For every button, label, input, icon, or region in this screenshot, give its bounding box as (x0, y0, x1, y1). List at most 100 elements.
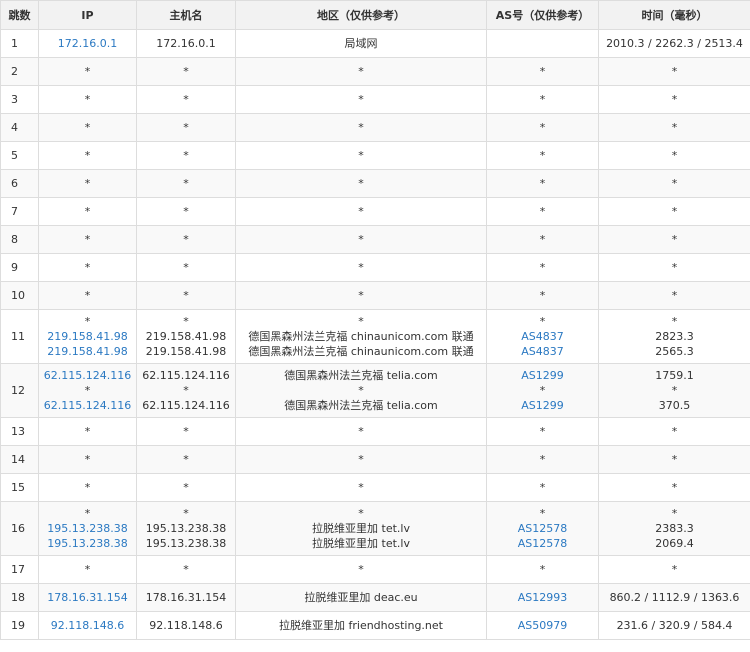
region-cell: * (235, 197, 487, 226)
as-value: * (539, 121, 546, 134)
region-cell: * (235, 57, 487, 86)
region-cell: * (235, 445, 487, 474)
asn-link[interactable]: AS4837 (489, 329, 596, 344)
table-row: 3 * * * * * (0, 85, 750, 114)
asn-link[interactable]: AS12993 (489, 590, 596, 605)
ip-value: * (84, 177, 91, 190)
asn-link[interactable]: AS1299 (489, 398, 596, 413)
region-value: * (358, 233, 364, 246)
host-value: 219.158.41.98 (145, 330, 227, 343)
ip-link[interactable]: 195.13.238.38 (41, 521, 134, 536)
hostname-cell: * (136, 417, 236, 446)
ip-value: * (84, 315, 91, 328)
ip-link[interactable]: 62.115.124.116 (41, 398, 134, 413)
host-value: * (183, 233, 189, 246)
ip-value: * (84, 425, 91, 438)
region-value: 局域网 (344, 37, 378, 50)
asn-link[interactable]: AS4837 (489, 344, 596, 359)
as-value: * (539, 453, 546, 466)
asn-cell: * (486, 225, 599, 254)
host-value: 62.115.124.116 (142, 369, 230, 382)
traceroute-table: 跳数 IP 主机名 地区（仅供参考） AS号（仅供参考） 时间（毫秒） 1 172… (0, 0, 750, 640)
ip-cell: * (38, 445, 137, 474)
time-value: * (671, 149, 678, 162)
ip-link[interactable]: 195.13.238.38 (41, 536, 134, 551)
host-value: * (183, 507, 189, 520)
table-row: 7 * * * * * (0, 197, 750, 226)
table-row: 17 * * * * * (0, 555, 750, 584)
asn-link[interactable]: AS12578 (489, 521, 596, 536)
region-cell: 拉脱维亚里加 deac.eu (235, 583, 487, 612)
header-asn: AS号（仅供参考） (486, 0, 599, 30)
time-value: 1759.1 (655, 369, 694, 382)
header-region: 地区（仅供参考） (235, 0, 487, 30)
ip-cell: * (38, 253, 137, 282)
time-cell: * (598, 417, 750, 446)
host-value: * (183, 315, 189, 328)
asn-cell: * (486, 57, 599, 86)
ip-link[interactable]: 62.115.124.116 (41, 368, 134, 383)
table-header-row: 跳数 IP 主机名 地区（仅供参考） AS号（仅供参考） 时间（毫秒） (0, 0, 750, 30)
as-value: * (539, 563, 546, 576)
time-value: * (671, 65, 678, 78)
as-value: * (539, 261, 546, 274)
table-row: 14 * * * * * (0, 445, 750, 474)
hop-cell: 3 (0, 85, 39, 114)
table-row: 16 * 195.13.238.38 195.13.238.38 * 195.13.238… (0, 501, 750, 556)
time-value: 231.6 / 320.9 / 584.4 (616, 619, 733, 632)
as-value: * (539, 315, 546, 328)
ip-value: * (84, 149, 91, 162)
ip-value: * (84, 261, 91, 274)
asn-link[interactable]: AS12578 (489, 536, 596, 551)
ip-value: * (84, 93, 91, 106)
hostname-cell: * (136, 85, 236, 114)
hop-cell: 4 (0, 113, 39, 142)
hop-cell: 11 (0, 309, 39, 364)
time-cell: * 2383.3 2069.4 (598, 501, 750, 556)
ip-link[interactable]: 178.16.31.154 (41, 590, 134, 605)
hostname-cell: 172.16.0.1 (136, 29, 236, 58)
ip-link[interactable]: 172.16.0.1 (41, 36, 134, 51)
time-cell: * (598, 473, 750, 502)
hop-cell: 12 (0, 363, 39, 418)
region-cell: * (235, 225, 487, 254)
time-value: * (671, 453, 678, 466)
hop-cell: 6 (0, 169, 39, 198)
time-value: * (671, 481, 678, 494)
ip-link[interactable]: 92.118.148.6 (41, 618, 134, 633)
ip-cell: 172.16.0.1 (38, 29, 137, 58)
ip-cell: 92.118.148.6 (38, 611, 137, 640)
region-value: * (358, 507, 364, 520)
asn-cell: * (486, 445, 599, 474)
asn-link[interactable]: AS50979 (489, 618, 596, 633)
region-value: 德国黑森州法兰克福 telia.com (284, 369, 438, 382)
hop-cell: 19 (0, 611, 39, 640)
time-cell: * (598, 85, 750, 114)
ip-cell: 62.115.124.116 * 62.115.124.116 (38, 363, 137, 418)
region-value: * (358, 453, 364, 466)
region-value: * (358, 315, 364, 328)
ip-link[interactable]: 219.158.41.98 (41, 344, 134, 359)
header-hostname: 主机名 (136, 0, 236, 30)
hostname-cell: * (136, 445, 236, 474)
ip-cell: * (38, 169, 137, 198)
hostname-cell: 62.115.124.116 * 62.115.124.116 (136, 363, 236, 418)
time-cell: 1759.1 * 370.5 (598, 363, 750, 418)
asn-link[interactable]: AS1299 (489, 368, 596, 383)
table-row: 13 * * * * * (0, 417, 750, 446)
ip-link[interactable]: 219.158.41.98 (41, 329, 134, 344)
hostname-cell: * (136, 225, 236, 254)
region-value: * (358, 177, 364, 190)
region-value: * (358, 93, 364, 106)
hop-cell: 1 (0, 29, 39, 58)
time-cell: * (598, 253, 750, 282)
asn-cell: * AS12578 AS12578 (486, 501, 599, 556)
ip-cell: * (38, 555, 137, 584)
table-row: 6 * * * * * (0, 169, 750, 198)
hostname-cell: 178.16.31.154 (136, 583, 236, 612)
region-cell: 德国黑森州法兰克福 telia.com * 德国黑森州法兰克福 telia.com (235, 363, 487, 418)
region-cell: * (235, 169, 487, 198)
time-value: * (671, 425, 678, 438)
region-value: 德国黑森州法兰克福 chinaunicom.com 联通 (248, 345, 474, 358)
table-row: 2 * * * * * (0, 57, 750, 86)
